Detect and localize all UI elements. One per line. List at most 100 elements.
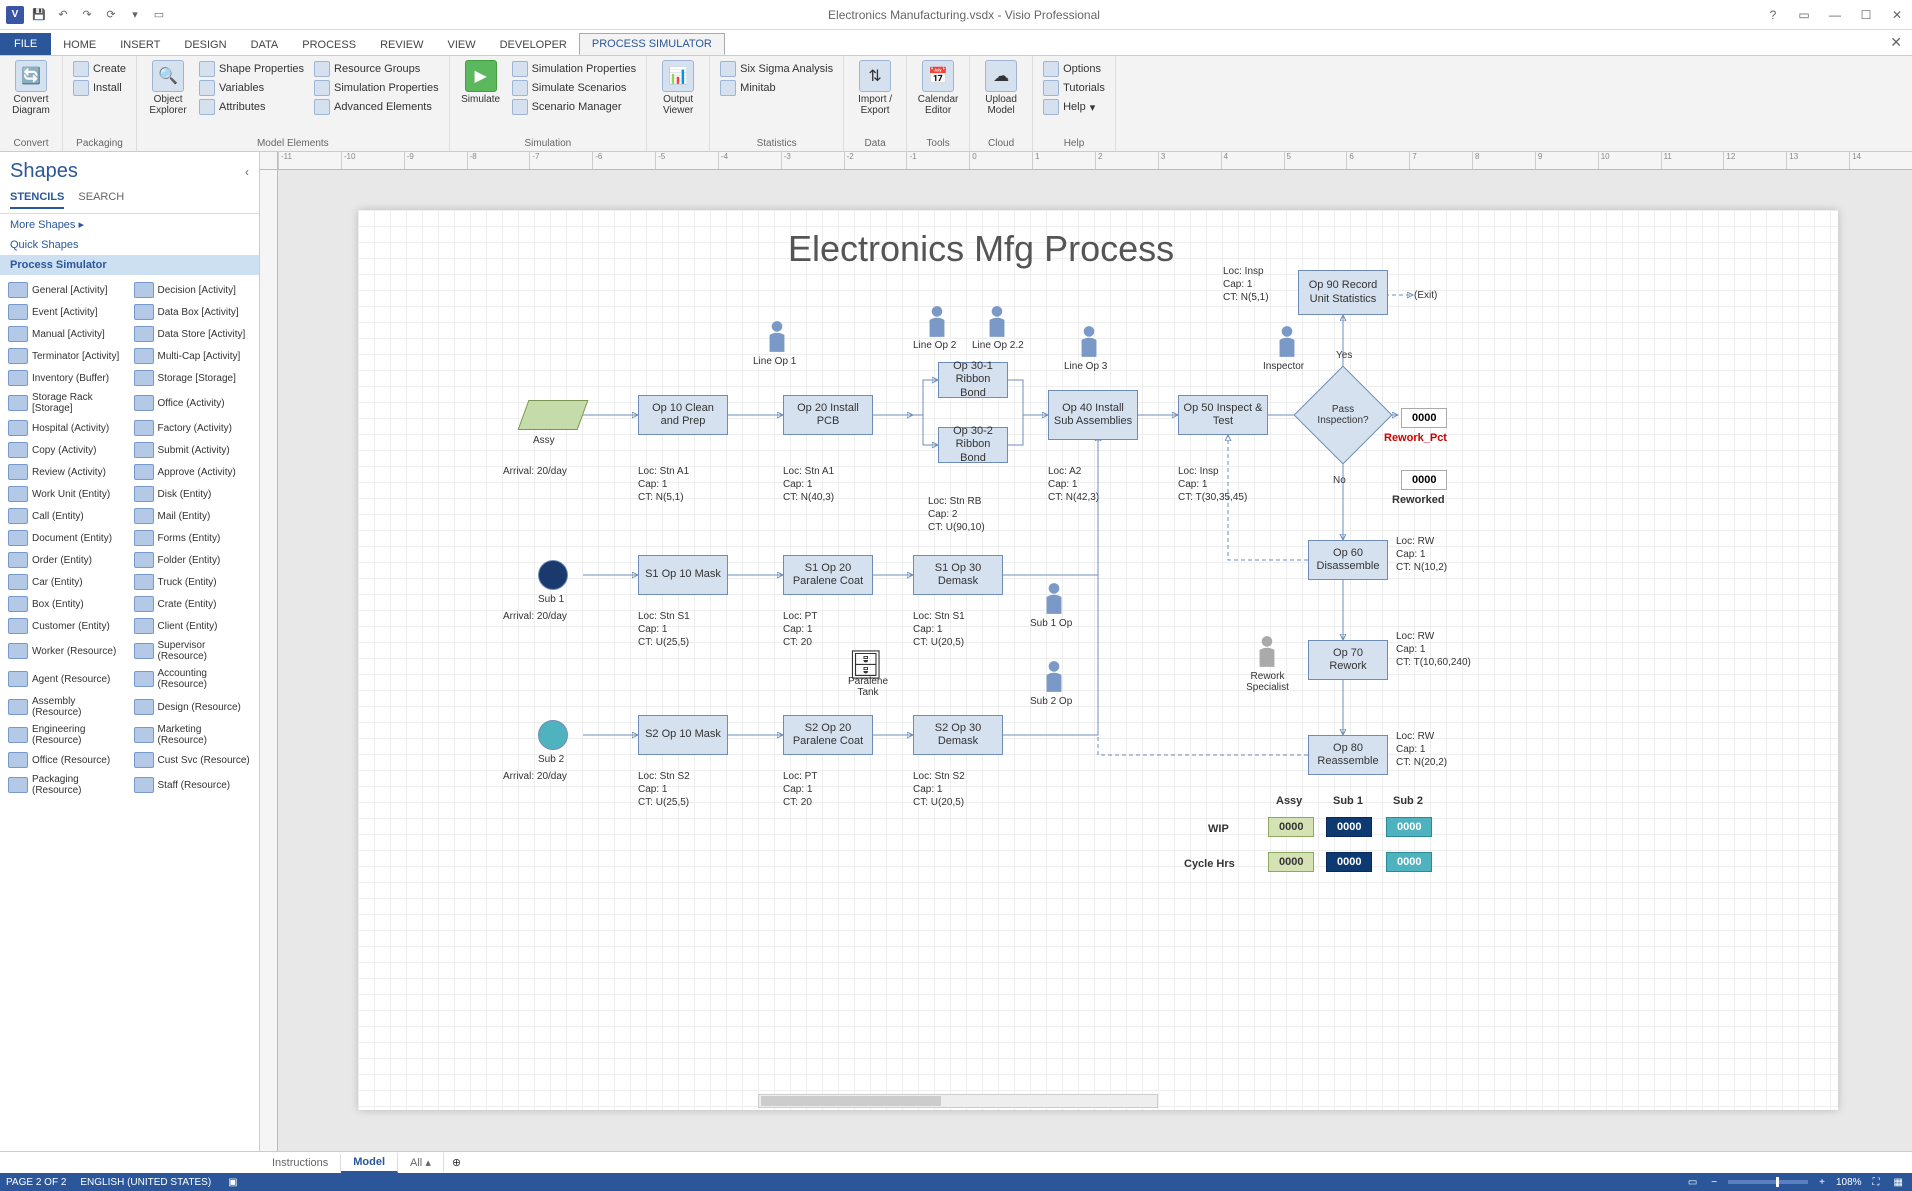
output-viewer-button[interactable]: 📊Output Viewer xyxy=(653,58,703,118)
cy-sub2-val[interactable]: 0000 xyxy=(1386,852,1432,872)
tab-process-simulator[interactable]: PROCESS SIMULATOR xyxy=(579,33,725,55)
zoom-out-icon[interactable]: − xyxy=(1708,1177,1720,1188)
presentation-mode-icon[interactable]: ▭ xyxy=(1685,1177,1700,1188)
shape-1-l[interactable]: Event [Activity] xyxy=(4,301,130,323)
op30-2-box[interactable]: Op 30-2 Ribbon Bond xyxy=(938,427,1008,463)
shape-13-l[interactable]: Car (Entity) xyxy=(4,571,130,593)
customize-qat-icon[interactable]: ▾ xyxy=(124,4,146,26)
s1-op10-box[interactable]: S1 Op 10 Mask xyxy=(638,555,728,595)
tab-insert[interactable]: INSERT xyxy=(108,35,172,55)
shape-5-l[interactable]: Storage Rack [Storage] xyxy=(4,389,130,417)
person-sub1op[interactable] xyxy=(1043,582,1065,616)
shape-6-r[interactable]: Factory (Activity) xyxy=(130,417,256,439)
sub2-node[interactable] xyxy=(538,720,568,750)
tab-view[interactable]: VIEW xyxy=(435,35,487,55)
minimize-icon[interactable]: — xyxy=(1820,4,1850,26)
pass-inspection-diamond[interactable]: Pass Inspection? xyxy=(1294,366,1393,465)
op40-box[interactable]: Op 40 Install Sub Assemblies xyxy=(1048,390,1138,440)
wip-sub1-val[interactable]: 0000 xyxy=(1326,817,1372,837)
stencils-tab[interactable]: STENCILS xyxy=(10,191,64,209)
import-export-button[interactable]: ⇅Import / Export xyxy=(850,58,900,118)
shape-7-r[interactable]: Submit (Activity) xyxy=(130,439,256,461)
pan-zoom-icon[interactable]: ▦ xyxy=(1891,1177,1906,1188)
op90-box[interactable]: Op 90 Record Unit Statistics xyxy=(1298,270,1388,315)
s2-op30-box[interactable]: S2 Op 30 Demask xyxy=(913,715,1003,755)
tab-design[interactable]: DESIGN xyxy=(172,35,238,55)
shape-15-l[interactable]: Customer (Entity) xyxy=(4,615,130,637)
horizontal-scrollbar[interactable] xyxy=(758,1094,1158,1108)
sheet-all[interactable]: All ▴ xyxy=(398,1153,444,1172)
cy-assy-val[interactable]: 0000 xyxy=(1268,852,1314,872)
shape-11-l[interactable]: Document (Entity) xyxy=(4,527,130,549)
wip-sub2-val[interactable]: 0000 xyxy=(1386,817,1432,837)
tab-developer[interactable]: DEVELOPER xyxy=(488,35,579,55)
process-simulator-stencil[interactable]: Process Simulator xyxy=(0,255,259,275)
minitab-button[interactable]: Minitab xyxy=(718,79,835,97)
shape-17-r[interactable]: Accounting (Resource) xyxy=(130,665,256,693)
shape-properties-button[interactable]: Shape Properties xyxy=(197,60,306,78)
person-lineop22[interactable] xyxy=(986,305,1008,339)
shape-0-l[interactable]: General [Activity] xyxy=(4,279,130,301)
assy-node[interactable] xyxy=(518,400,589,430)
shape-9-r[interactable]: Disk (Entity) xyxy=(130,483,256,505)
more-shapes[interactable]: More Shapes ▸ xyxy=(0,214,259,235)
shape-16-r[interactable]: Supervisor (Resource) xyxy=(130,637,256,665)
reworked-counter[interactable]: 0000 xyxy=(1401,470,1447,490)
scroll-thumb[interactable] xyxy=(761,1096,941,1106)
shape-19-r[interactable]: Marketing (Resource) xyxy=(130,721,256,749)
shape-10-l[interactable]: Call (Entity) xyxy=(4,505,130,527)
tab-review[interactable]: REVIEW xyxy=(368,35,435,55)
quick-shapes[interactable]: Quick Shapes xyxy=(0,235,259,255)
simulate-button[interactable]: ▶Simulate xyxy=(456,58,506,107)
attributes-button[interactable]: Attributes xyxy=(197,98,306,116)
shape-19-l[interactable]: Engineering (Resource) xyxy=(4,721,130,749)
convert-diagram-button[interactable]: 🔄Convert Diagram xyxy=(6,58,56,118)
fit-page-icon[interactable]: ⛶ xyxy=(1870,1177,1883,1188)
refresh-icon[interactable]: ⟳ xyxy=(100,4,122,26)
person-lineop2[interactable] xyxy=(926,305,948,339)
shape-20-l[interactable]: Office (Resource) xyxy=(4,749,130,771)
shape-3-l[interactable]: Terminator [Activity] xyxy=(4,345,130,367)
zoom-slider[interactable] xyxy=(1728,1180,1808,1184)
collapse-shapes-icon[interactable]: ‹ xyxy=(245,165,249,179)
op80-box[interactable]: Op 80 Reassemble xyxy=(1308,735,1388,775)
shape-12-r[interactable]: Folder (Entity) xyxy=(130,549,256,571)
shape-2-r[interactable]: Data Store [Activity] xyxy=(130,323,256,345)
s2-op10-box[interactable]: S2 Op 10 Mask xyxy=(638,715,728,755)
canvas-scroll[interactable]: Electronics Mfg Process xyxy=(278,170,1894,1133)
six-sigma-button[interactable]: Six Sigma Analysis xyxy=(718,60,835,78)
shape-13-r[interactable]: Truck (Entity) xyxy=(130,571,256,593)
tutorials-button[interactable]: Tutorials xyxy=(1041,79,1107,97)
shape-17-l[interactable]: Agent (Resource) xyxy=(4,665,130,693)
variables-button[interactable]: Variables xyxy=(197,79,306,97)
shape-16-l[interactable]: Worker (Resource) xyxy=(4,637,130,665)
upload-model-button[interactable]: ☁Upload Model xyxy=(976,58,1026,118)
shape-4-l[interactable]: Inventory (Buffer) xyxy=(4,367,130,389)
shape-20-r[interactable]: Cust Svc (Resource) xyxy=(130,749,256,771)
shape-10-r[interactable]: Mail (Entity) xyxy=(130,505,256,527)
shape-15-r[interactable]: Client (Entity) xyxy=(130,615,256,637)
scenario-manager-button[interactable]: Scenario Manager xyxy=(510,98,639,116)
sheet-instructions[interactable]: Instructions xyxy=(260,1154,341,1172)
redo-icon[interactable]: ↷ xyxy=(76,4,98,26)
calendar-editor-button[interactable]: 📅Calendar Editor xyxy=(913,58,963,118)
person-lineop1[interactable] xyxy=(766,320,788,354)
close-icon[interactable]: ✕ xyxy=(1882,4,1912,26)
simulation-properties2-button[interactable]: Simulation Properties xyxy=(510,60,639,78)
shape-8-l[interactable]: Review (Activity) xyxy=(4,461,130,483)
tab-home[interactable]: HOME xyxy=(51,35,108,55)
object-explorer-button[interactable]: 🔍Object Explorer xyxy=(143,58,193,118)
shape-0-r[interactable]: Decision [Activity] xyxy=(130,279,256,301)
resource-groups-button[interactable]: Resource Groups xyxy=(312,60,441,78)
op70-box[interactable]: Op 70 Rework xyxy=(1308,640,1388,680)
s2-op20-box[interactable]: S2 Op 20 Paralene Coat xyxy=(783,715,873,755)
advanced-elements-button[interactable]: Advanced Elements xyxy=(312,98,441,116)
person-lineop3[interactable] xyxy=(1078,325,1100,359)
tab-data[interactable]: DATA xyxy=(239,35,291,55)
shape-18-r[interactable]: Design (Resource) xyxy=(130,693,256,721)
install-button[interactable]: Install xyxy=(71,79,128,97)
maximize-icon[interactable]: ☐ xyxy=(1851,4,1881,26)
s1-op30-box[interactable]: S1 Op 30 Demask xyxy=(913,555,1003,595)
person-inspector[interactable] xyxy=(1276,325,1298,359)
create-button[interactable]: Create xyxy=(71,60,128,78)
